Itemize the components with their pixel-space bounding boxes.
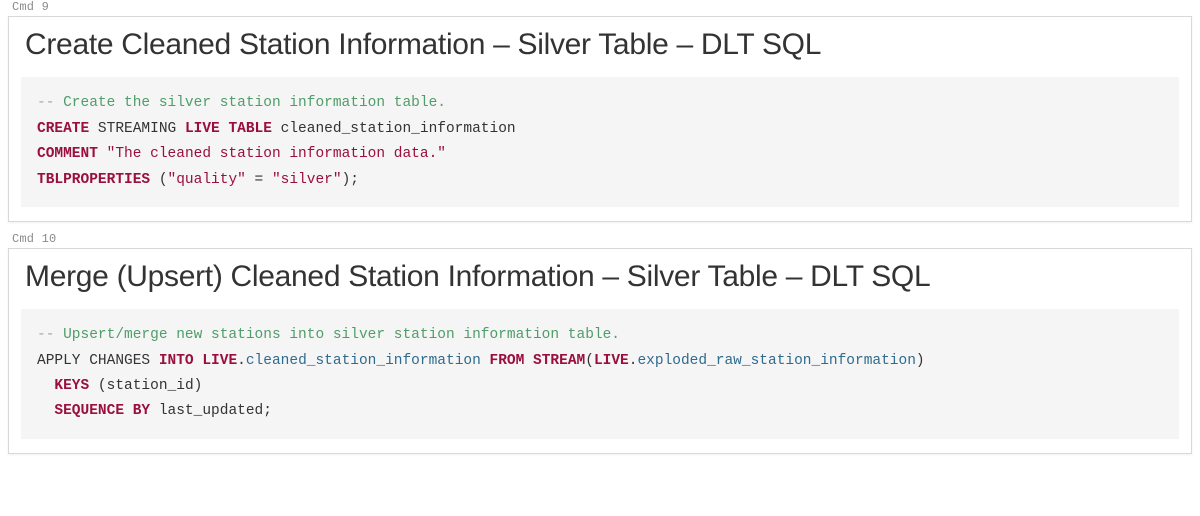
- code-token-punct: ): [194, 378, 203, 394]
- code-token-obj: exploded_raw_station_information: [637, 353, 915, 369]
- code-token-kw: SEQUENCE BY: [54, 403, 150, 419]
- code-token-punct: .: [237, 353, 246, 369]
- code-token-id: [98, 146, 107, 162]
- code-token-comment: Upsert/merge new stations into silver st…: [54, 327, 620, 343]
- code-token-id: [481, 353, 490, 369]
- cell-heading: Merge (Upsert) Cleaned Station Informati…: [9, 249, 1191, 309]
- code-token-id: last_updated: [150, 403, 263, 419]
- code-token-kw: INTO: [159, 353, 194, 369]
- code-token-punct: (: [585, 353, 594, 369]
- code-token-kw: COMMENT: [37, 146, 98, 162]
- code-token-punct: (: [159, 172, 168, 188]
- code-token-kw: FROM: [490, 353, 525, 369]
- code-token-id: APPLY CHANGES: [37, 353, 159, 369]
- code-token-id: station_id: [107, 378, 194, 394]
- code-token-commentmarker: --: [37, 95, 54, 111]
- code-token-kw: LIVE: [594, 353, 629, 369]
- notebook-cell[interactable]: Merge (Upsert) Cleaned Station Informati…: [8, 248, 1192, 454]
- code-block[interactable]: -- Upsert/merge new stations into silver…: [21, 309, 1179, 439]
- code-token-punct: ;: [263, 403, 272, 419]
- code-token-str: "silver": [272, 172, 342, 188]
- code-token-comment: Create the silver station information ta…: [54, 95, 446, 111]
- code-token-id: [37, 378, 54, 394]
- cell-label: Cmd 10: [8, 232, 1192, 248]
- code-token-id: STREAMING: [89, 121, 185, 137]
- code-token-id: cleaned_station_information: [272, 121, 516, 137]
- code-token-kw: LIVE TABLE: [185, 121, 272, 137]
- code-token-obj: cleaned_station_information: [246, 353, 481, 369]
- code-token-kw: KEYS: [54, 378, 89, 394]
- code-token-id: =: [246, 172, 272, 188]
- cell-heading: Create Cleaned Station Information – Sil…: [9, 17, 1191, 77]
- code-token-kw: CREATE: [37, 121, 89, 137]
- code-token-kw: LIVE: [202, 353, 237, 369]
- cell-label: Cmd 9: [8, 0, 1192, 16]
- code-token-punct: ): [916, 353, 925, 369]
- notebook-container: Cmd 9Create Cleaned Station Information …: [8, 0, 1192, 454]
- code-token-id: [37, 403, 54, 419]
- code-token-id: [150, 172, 159, 188]
- code-token-kw: STREAM: [533, 353, 585, 369]
- code-token-id: [89, 378, 98, 394]
- code-block[interactable]: -- Create the silver station information…: [21, 77, 1179, 207]
- code-token-str: "quality": [168, 172, 246, 188]
- notebook-cell[interactable]: Create Cleaned Station Information – Sil…: [8, 16, 1192, 222]
- code-token-commentmarker: --: [37, 327, 54, 343]
- code-token-punct: );: [342, 172, 359, 188]
- code-token-str: "The cleaned station information data.": [107, 146, 446, 162]
- code-token-punct: (: [98, 378, 107, 394]
- code-token-kw: TBLPROPERTIES: [37, 172, 150, 188]
- code-token-id: [524, 353, 533, 369]
